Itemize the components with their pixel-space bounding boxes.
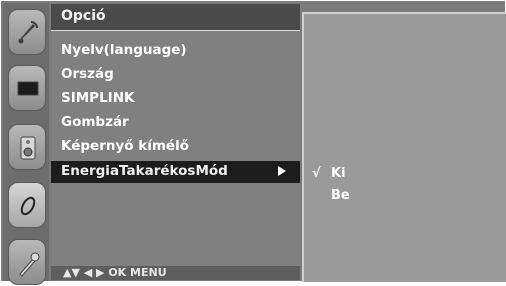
option-on[interactable]: Be <box>312 187 492 207</box>
option-menu-panel: Opció Nyelv(language) Ország SIMPLINK Go… <box>51 4 300 280</box>
check-mark-icon: √ <box>312 166 321 181</box>
option-off[interactable]: √ Ki <box>312 165 492 185</box>
menu-item-label: Nyelv(language) <box>61 42 187 58</box>
menu-item-screen-saver[interactable]: Képernyő kímélő <box>51 136 300 158</box>
rail-button-screen[interactable] <box>8 65 46 111</box>
option-icon <box>20 196 36 216</box>
menu-item-key-lock[interactable]: Gombzár <box>51 112 300 134</box>
satellite-icon <box>18 21 38 44</box>
rail-button-audio[interactable] <box>8 124 46 170</box>
menu-item-country[interactable]: Ország <box>51 64 300 86</box>
menu-item-language[interactable]: Nyelv(language) <box>51 40 300 62</box>
tv-menu-screen: Opció Nyelv(language) Ország SIMPLINK Go… <box>0 0 506 285</box>
rail-button-satellite[interactable] <box>8 9 46 55</box>
menu-title: Opció <box>61 8 106 24</box>
menu-item-energy-saving[interactable]: EnergiaTakarékosMód <box>51 161 300 183</box>
menu-item-label: EnergiaTakarékosMód <box>61 163 228 179</box>
navigation-hint: ▲▼ ◀ ▶ OK MENU <box>63 266 167 279</box>
menu-item-label: SIMPLINK <box>61 90 135 106</box>
submenu-arrow-icon <box>278 166 286 176</box>
rail-button-tools[interactable] <box>8 239 46 285</box>
navigation-hint-bar: ▲▼ ◀ ▶ OK MENU <box>51 266 300 280</box>
menu-title-bar: Opció <box>51 4 300 31</box>
menu-item-label: Gombzár <box>61 114 129 130</box>
category-rail <box>3 3 49 285</box>
menu-item-label: Ország <box>61 66 114 82</box>
speaker-icon <box>20 136 36 160</box>
rail-button-option[interactable] <box>8 182 46 228</box>
menu-item-label: Képernyő kímélő <box>61 138 189 154</box>
energy-saving-options-panel: √ Ki Be <box>302 12 506 282</box>
option-label: Be <box>331 188 350 203</box>
tool-icon <box>19 252 40 277</box>
menu-item-simplink[interactable]: SIMPLINK <box>51 88 300 110</box>
option-label: Ki <box>331 166 346 181</box>
screen-icon <box>17 81 39 96</box>
